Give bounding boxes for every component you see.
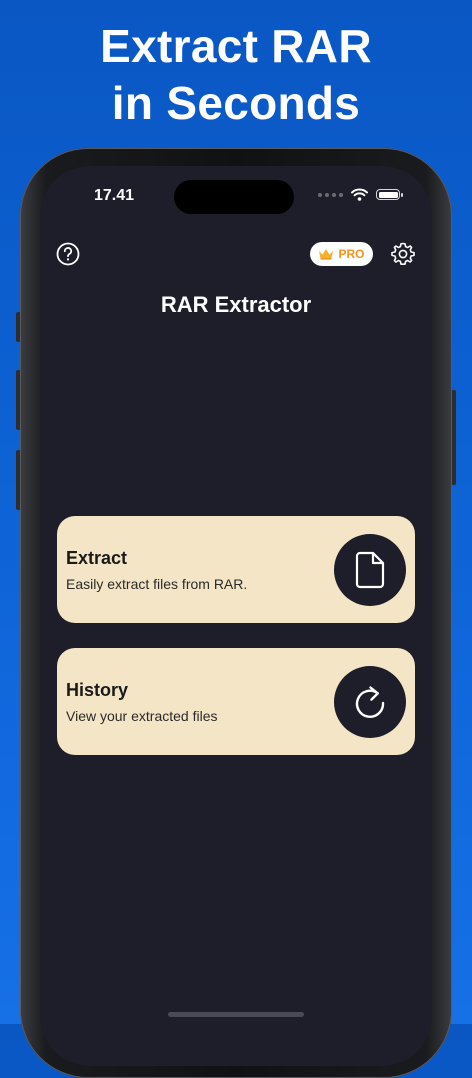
promo-headline-line-2: in Seconds: [111, 77, 361, 129]
promo-headline-line-1: Extract RAR: [100, 20, 372, 72]
status-indicators: [318, 188, 403, 201]
phone-screen: 17.41 PRO RAR Extractor Extract Easily e…: [40, 166, 432, 1066]
home-indicator[interactable]: [168, 1012, 304, 1017]
pro-upgrade-button[interactable]: PRO: [310, 242, 373, 266]
crown-icon: [319, 249, 334, 260]
extract-card[interactable]: Extract Easily extract files from RAR.: [57, 516, 415, 623]
cellular-signal-icon: [318, 192, 343, 197]
pro-label: PRO: [338, 247, 365, 261]
dynamic-island: [174, 180, 294, 214]
refresh-icon: [355, 686, 385, 718]
promo-headline: Extract RAR in Seconds: [0, 18, 472, 132]
help-button[interactable]: [55, 241, 81, 267]
wifi-icon: [351, 188, 368, 201]
extract-card-title: Extract: [66, 548, 128, 568]
history-card[interactable]: History View your extracted files: [57, 648, 415, 755]
settings-button[interactable]: [390, 241, 416, 267]
history-card-subtitle: View your extracted files: [66, 708, 218, 724]
history-card-title: History: [66, 680, 129, 700]
app-title: RAR Extractor: [160, 292, 312, 317]
question-circle-icon: [56, 242, 80, 266]
gear-icon: [391, 242, 415, 265]
status-time: 17.41: [94, 187, 135, 204]
battery-icon: [376, 189, 403, 200]
extract-card-subtitle: Easily extract files from RAR.: [66, 576, 248, 592]
history-card-icon-container: [334, 666, 406, 738]
extract-card-icon-container: [334, 534, 406, 606]
document-icon: [355, 551, 385, 589]
